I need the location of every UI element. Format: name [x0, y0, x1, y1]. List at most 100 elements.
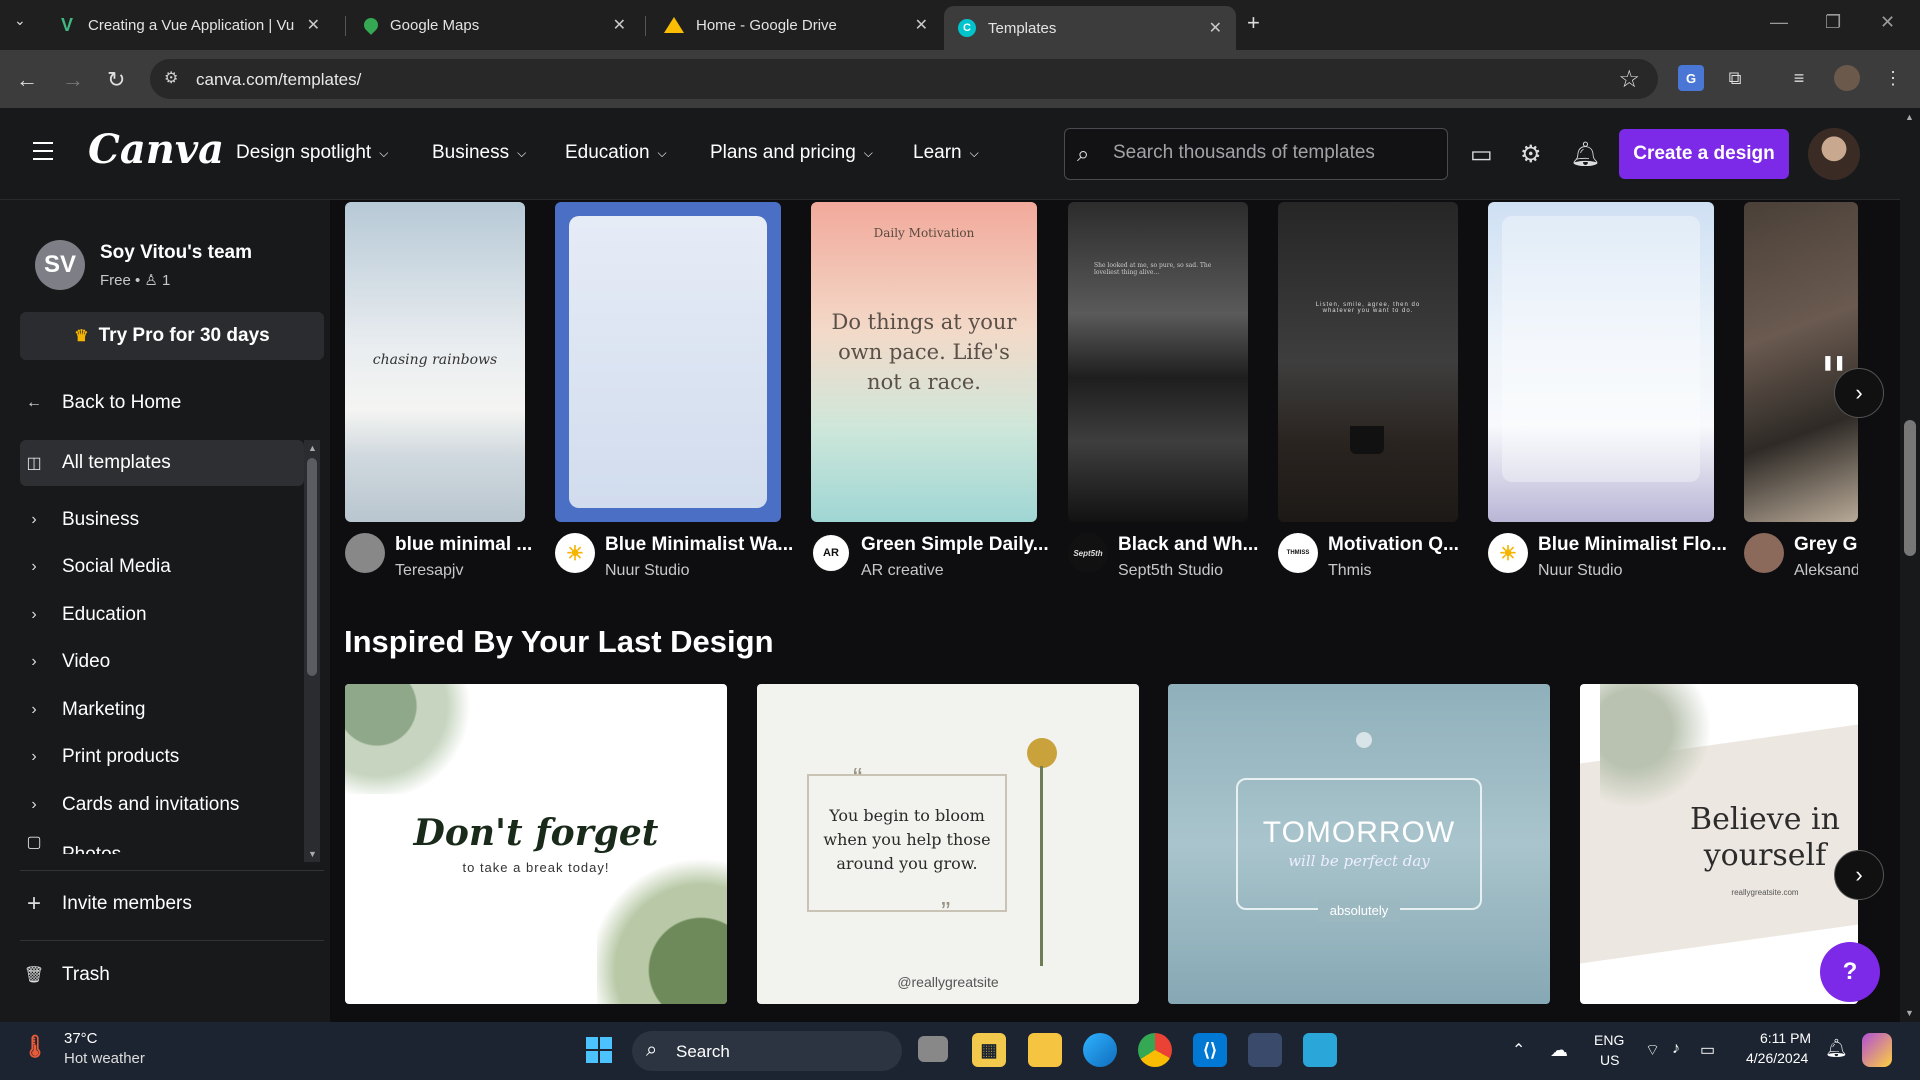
close-icon[interactable]: ✕ — [307, 15, 320, 35]
author-avatar[interactable] — [345, 533, 385, 573]
notepad-icon[interactable] — [1303, 1033, 1337, 1067]
author-avatar[interactable]: Sept5th — [1068, 533, 1108, 573]
tab-search-chevron-icon[interactable]: ⌄ — [14, 12, 26, 29]
python-icon[interactable] — [1248, 1033, 1282, 1067]
sidebar-item-cards-invitations[interactable]: › Cards and invitations — [20, 782, 304, 828]
template-card[interactable]: She looked at me, so pure, so sad. The l… — [1068, 202, 1248, 522]
template-search[interactable]: ⌕ — [1064, 128, 1448, 180]
carousel-next-arrow[interactable]: › — [1834, 850, 1884, 900]
scrollbar-thumb[interactable] — [1904, 420, 1916, 556]
template-author[interactable]: Sept5th Studio — [1118, 562, 1223, 580]
show-hidden-icons[interactable]: ⌃ — [1512, 1040, 1525, 1060]
store-icon[interactable]: ▦ — [972, 1033, 1006, 1067]
task-view-icon[interactable] — [918, 1036, 948, 1062]
template-title[interactable]: Blue Minimalist Wa... — [605, 534, 793, 556]
page-scrollbar[interactable]: ▲ ▼ — [1900, 108, 1920, 1022]
reload-icon[interactable]: ↻ — [107, 67, 125, 93]
sun-icon[interactable]: ☀ — [555, 533, 595, 573]
wifi-icon[interactable]: ⌔ — [1645, 1040, 1660, 1060]
author-avatar[interactable]: THMISS — [1278, 533, 1318, 573]
close-icon[interactable]: ✕ — [613, 15, 626, 35]
design-card[interactable]: Believe in yourself reallygreatsite.com — [1580, 684, 1858, 1004]
carousel-next-arrow[interactable]: › — [1834, 368, 1884, 418]
create-design-button[interactable]: Create a design — [1619, 129, 1789, 179]
team-name[interactable]: Soy Vitou's team — [100, 242, 252, 264]
forward-arrow-icon[interactable]: → — [62, 67, 84, 93]
new-tab-icon[interactable]: + — [1247, 10, 1260, 36]
language-region[interactable]: US — [1600, 1052, 1619, 1068]
scroll-down-icon[interactable]: ▼ — [1905, 1008, 1914, 1018]
scroll-up-icon[interactable]: ▲ — [308, 443, 317, 453]
menu-learn[interactable]: Learn ⌵ — [913, 142, 979, 164]
onedrive-icon[interactable]: ☁ — [1550, 1040, 1568, 1061]
author-avatar[interactable] — [1744, 533, 1784, 573]
template-card[interactable] — [555, 202, 781, 522]
translate-icon[interactable]: G — [1678, 65, 1704, 91]
hamburger-menu-icon[interactable] — [33, 142, 53, 166]
sidebar-item-education[interactable]: › Education — [20, 592, 304, 638]
back-arrow-icon[interactable]: ← — [16, 67, 38, 93]
template-title[interactable]: Blue Minimalist Flo... — [1538, 534, 1727, 556]
trash[interactable]: 🗑︎ Trash — [20, 952, 304, 998]
omnibox[interactable]: ⚙ canva.com/templates/ ☆ — [150, 59, 1658, 99]
scroll-down-icon[interactable]: ▼ — [308, 849, 317, 859]
restore-icon[interactable]: ❐ — [1825, 12, 1841, 33]
design-card[interactable]: TOMORROW will be perfect day absolutely — [1168, 684, 1550, 1004]
template-title[interactable]: Green Simple Daily... — [861, 534, 1049, 556]
sidebar-item-business[interactable]: › Business — [20, 497, 304, 543]
sun-icon[interactable]: ☀ — [1488, 533, 1528, 573]
tab-google-maps[interactable]: Google Maps ✕ — [350, 6, 640, 44]
tab-vue[interactable]: V Creating a Vue Application | Vu ✕ — [44, 6, 334, 44]
thermometer-icon[interactable]: 🌡︎ — [21, 1030, 49, 1064]
template-card[interactable]: chasing rainbows — [345, 202, 525, 522]
template-author[interactable]: Nuur Studio — [1538, 562, 1623, 580]
language-indicator[interactable]: ENG — [1594, 1032, 1624, 1048]
clock-time[interactable]: 6:11 PM — [1760, 1030, 1811, 1046]
media-control-icon[interactable]: ≡ — [1786, 65, 1812, 91]
template-title[interactable]: blue minimal ... — [395, 534, 532, 556]
tab-templates[interactable]: C Templates ✕ — [944, 6, 1236, 50]
sidebar-item-marketing[interactable]: › Marketing — [20, 687, 304, 733]
url-text[interactable]: canva.com/templates/ — [196, 70, 361, 90]
chrome-icon[interactable] — [1138, 1033, 1172, 1067]
template-card[interactable]: ❚❚ — [1744, 202, 1858, 522]
template-card[interactable]: Daily Motivation Do things at your own p… — [811, 202, 1037, 522]
sidebar-scrollbar[interactable]: ▲ ▼ — [304, 440, 320, 862]
template-title[interactable]: Motivation Q... — [1328, 534, 1459, 556]
windows-start-icon[interactable] — [582, 1033, 616, 1067]
desktop-app-icon[interactable]: ▭ — [1470, 140, 1493, 169]
sidebar-item-print-products[interactable]: › Print products — [20, 734, 304, 780]
close-icon[interactable]: ✕ — [915, 15, 928, 35]
sidebar-item-social-media[interactable]: › Social Media — [20, 544, 304, 590]
volume-icon[interactable]: ♪ — [1672, 1040, 1680, 1058]
clock-date[interactable]: 4/26/2024 — [1746, 1050, 1808, 1066]
edge-icon[interactable] — [1083, 1033, 1117, 1067]
vscode-icon[interactable]: ⟨⟩ — [1193, 1033, 1227, 1067]
file-explorer-icon[interactable] — [1028, 1033, 1062, 1067]
minimize-icon[interactable]: — — [1770, 12, 1788, 33]
site-settings-icon[interactable]: ⚙ — [164, 68, 178, 88]
weather-desc[interactable]: Hot weather — [64, 1050, 145, 1067]
invite-members[interactable]: + Invite members — [20, 881, 304, 927]
help-button[interactable]: ? — [1820, 942, 1880, 1002]
bookmark-star-icon[interactable]: ☆ — [1618, 65, 1640, 94]
template-author[interactable]: AR creative — [861, 562, 944, 580]
design-card[interactable]: “ ” You begin to bloom when you help tho… — [757, 684, 1139, 1004]
canva-logo[interactable]: Canva — [88, 126, 224, 173]
profile-avatar-icon[interactable] — [1834, 65, 1860, 91]
template-title[interactable]: Grey Gr — [1794, 534, 1858, 556]
close-icon[interactable]: ✕ — [1209, 18, 1222, 38]
taskbar-search[interactable]: ⌕ Search — [632, 1031, 902, 1071]
menu-design-spotlight[interactable]: Design spotlight ⌵ — [236, 142, 388, 164]
design-card[interactable]: Don't forget to take a break today! — [345, 684, 727, 1004]
team-avatar[interactable]: SV — [35, 240, 85, 290]
template-card[interactable] — [1488, 202, 1714, 522]
settings-gear-icon[interactable]: ⚙ — [1520, 140, 1542, 169]
weather-temp[interactable]: 37°C — [64, 1030, 98, 1047]
sidebar-item-all-templates[interactable]: ◫ All templates — [20, 440, 304, 486]
user-avatar[interactable] — [1808, 128, 1860, 180]
template-title[interactable]: Black and Wh... — [1118, 534, 1258, 556]
menu-business[interactable]: Business ⌵ — [432, 142, 526, 164]
template-author[interactable]: Nuur Studio — [605, 562, 690, 580]
extensions-puzzle-icon[interactable]: ⧉ — [1722, 65, 1748, 91]
